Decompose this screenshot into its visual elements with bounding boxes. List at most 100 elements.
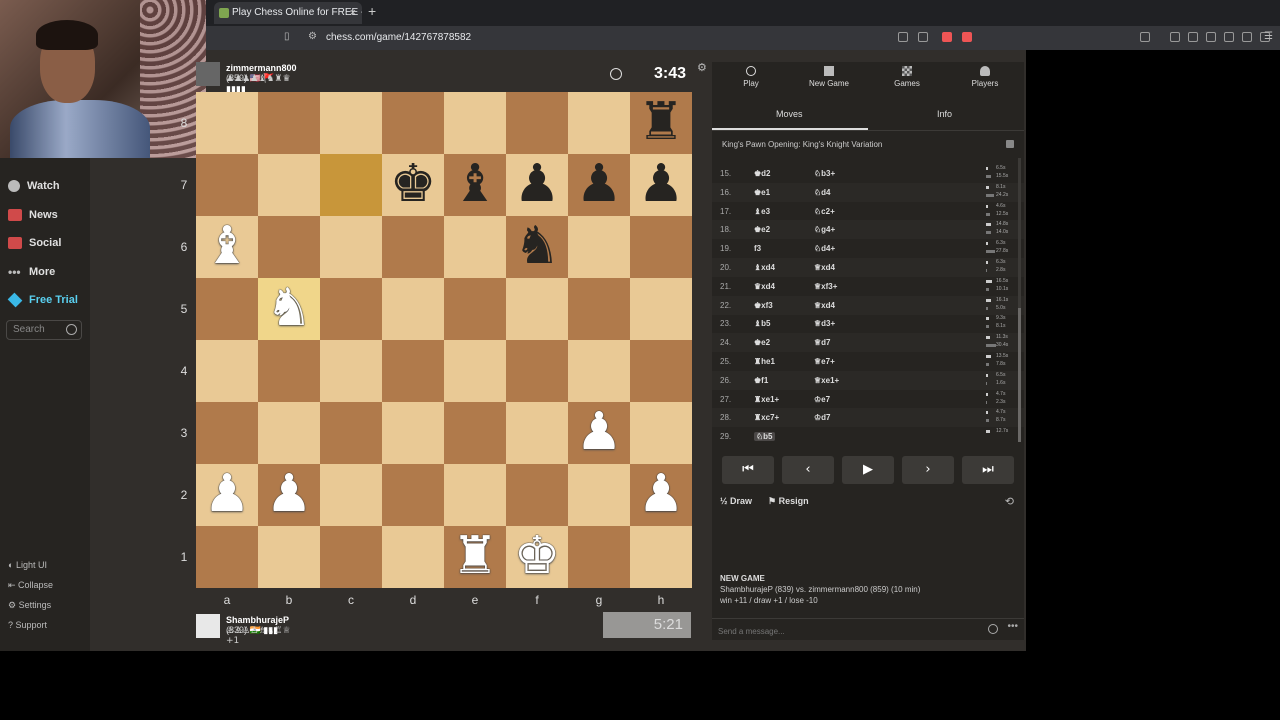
flip-board-icon[interactable]: ⟲ xyxy=(1005,495,1014,508)
browser-tab[interactable]: Play Chess Online for FREE - × xyxy=(214,2,362,24)
square-g4[interactable] xyxy=(568,340,630,402)
black-pawn-piece[interactable]: ♟ xyxy=(630,154,692,216)
square-d5[interactable] xyxy=(382,278,444,340)
square-c4[interactable] xyxy=(320,340,382,402)
square-e2[interactable] xyxy=(444,464,506,526)
white-move[interactable]: ♝e3 xyxy=(754,207,770,216)
last-move-button[interactable]: ⏭ xyxy=(962,456,1014,484)
sidebar-item-social[interactable]: Social xyxy=(8,233,61,253)
first-move-button[interactable]: ⏮ xyxy=(722,456,774,484)
square-f2[interactable] xyxy=(506,464,568,526)
square-f5[interactable] xyxy=(506,278,568,340)
square-a3[interactable] xyxy=(196,402,258,464)
square-h4[interactable] xyxy=(630,340,692,402)
black-move[interactable]: ♘c2+ xyxy=(814,207,835,216)
black-move[interactable]: ♕xf3+ xyxy=(814,282,837,291)
tab-moves[interactable]: Moves xyxy=(776,109,803,119)
white-king-piece[interactable]: ♚ xyxy=(506,526,568,588)
tab-players[interactable]: Players xyxy=(946,66,1024,88)
scrollbar-thumb[interactable] xyxy=(1018,308,1021,442)
square-h3[interactable] xyxy=(630,402,692,464)
search-icon[interactable] xyxy=(66,324,77,335)
tab-info[interactable]: Info xyxy=(937,109,952,119)
square-h7[interactable]: ♟ xyxy=(630,154,692,216)
white-move[interactable]: ♚f1 xyxy=(754,376,768,385)
square-d2[interactable] xyxy=(382,464,444,526)
white-move[interactable]: ♘b5 xyxy=(754,432,775,442)
white-pawn-piece[interactable]: ♟ xyxy=(630,464,692,526)
sidebar-footer-collapse[interactable]: ⇤ Collapse xyxy=(8,580,53,591)
sidebar-footer-light-ui[interactable]: ◐ Light UI xyxy=(8,560,47,570)
white-move[interactable]: ♚d2 xyxy=(754,169,771,178)
white-move[interactable]: ♜xc7+ xyxy=(754,413,779,422)
square-f3[interactable] xyxy=(506,402,568,464)
sidebar-footer-settings[interactable]: ⚙ Settings xyxy=(8,600,51,611)
black-move[interactable]: ♕d3+ xyxy=(814,319,835,328)
next-move-button[interactable]: › xyxy=(902,456,954,484)
square-c2[interactable] xyxy=(320,464,382,526)
square-h1[interactable] xyxy=(630,526,692,588)
move-row[interactable]: 26. ♚f1 ♕xe1+ 6.5s 1.6s xyxy=(712,370,1024,390)
square-d3[interactable] xyxy=(382,402,444,464)
tab-close-icon[interactable]: × xyxy=(350,2,356,24)
black-rook-piece[interactable]: ♜ xyxy=(630,92,692,154)
url-field[interactable]: chess.com/game/142767878582 xyxy=(326,32,471,43)
sidebar-footer-support[interactable]: ? Support xyxy=(8,620,47,630)
extension-icon-1[interactable] xyxy=(1140,32,1150,42)
square-c6[interactable] xyxy=(320,216,382,278)
square-c8[interactable] xyxy=(320,92,382,154)
black-pawn-piece[interactable]: ♟ xyxy=(568,154,630,216)
board-settings-icon[interactable]: ⚙ xyxy=(697,61,707,74)
sidebar-item-more[interactable]: ••• More xyxy=(8,262,55,282)
move-row[interactable]: 20. ♝xd4 ♕xd4 6.3s 2.8s xyxy=(712,258,1024,277)
square-a5[interactable] xyxy=(196,278,258,340)
square-e4[interactable] xyxy=(444,340,506,402)
move-row[interactable]: 22. ♚xf3 ♕xd4 16.1s 5.0s xyxy=(712,295,1024,315)
square-g3[interactable]: ♟ xyxy=(568,402,630,464)
black-move[interactable]: ♘d4 xyxy=(814,188,831,197)
bookmark-icon[interactable]: ▯ xyxy=(284,31,290,42)
black-move[interactable]: ♔e7 xyxy=(814,395,830,404)
square-c7[interactable] xyxy=(320,154,382,216)
square-d1[interactable] xyxy=(382,526,444,588)
square-d6[interactable] xyxy=(382,216,444,278)
white-move[interactable]: ♜he1 xyxy=(754,357,775,366)
square-c3[interactable] xyxy=(320,402,382,464)
square-h2[interactable]: ♟ xyxy=(630,464,692,526)
avatar[interactable] xyxy=(196,62,220,86)
black-move[interactable]: ♘g4+ xyxy=(814,225,835,234)
rewards-icon[interactable] xyxy=(962,32,972,42)
sidebar-item-watch[interactable]: Watch xyxy=(8,176,60,196)
wallet-icon[interactable] xyxy=(1206,32,1216,42)
opening-name[interactable]: King's Pawn Opening: King's Knight Varia… xyxy=(722,140,882,149)
new-tab-button[interactable]: + xyxy=(368,3,376,19)
white-move[interactable]: ♝b5 xyxy=(754,319,771,328)
square-a7[interactable] xyxy=(196,154,258,216)
search-input[interactable]: Search xyxy=(6,320,82,340)
square-g1[interactable] xyxy=(568,526,630,588)
play-moves-button[interactable]: ▶ xyxy=(842,456,894,484)
black-move[interactable]: ♕d7 xyxy=(814,338,831,347)
square-d4[interactable] xyxy=(382,340,444,402)
square-b5[interactable]: ♞ xyxy=(258,278,320,340)
white-knight-piece[interactable]: ♞ xyxy=(258,278,320,340)
move-list-scrollbar[interactable] xyxy=(1018,158,1021,442)
move-row[interactable]: 24. ♚e2 ♕d7 11.3s 30.4s xyxy=(712,333,1024,353)
white-rook-piece[interactable]: ♜ xyxy=(444,526,506,588)
previous-move-button[interactable]: ‹ xyxy=(782,456,834,484)
white-move[interactable]: ♚xf3 xyxy=(754,301,773,310)
chess-board[interactable]: ♜ ♚ ♝ ♟ ♟ ♟ ♝ ♞ ♞ ♟ ♟ ♟ ♟ ♜ ♚ xyxy=(196,92,692,588)
square-c1[interactable] xyxy=(320,526,382,588)
emoji-icon[interactable] xyxy=(988,624,998,634)
install-icon[interactable] xyxy=(898,32,908,42)
chat-input[interactable] xyxy=(716,623,970,639)
black-move[interactable]: ♕xd4 xyxy=(814,301,835,310)
black-knight-piece[interactable]: ♞ xyxy=(506,216,568,278)
square-a6[interactable]: ♝ xyxy=(196,216,258,278)
move-row[interactable]: 29. ♘b5 12.7s xyxy=(712,427,1024,446)
square-b4[interactable] xyxy=(258,340,320,402)
square-e6[interactable] xyxy=(444,216,506,278)
white-move[interactable]: ♝xd4 xyxy=(754,263,775,272)
square-h5[interactable] xyxy=(630,278,692,340)
square-e3[interactable] xyxy=(444,402,506,464)
